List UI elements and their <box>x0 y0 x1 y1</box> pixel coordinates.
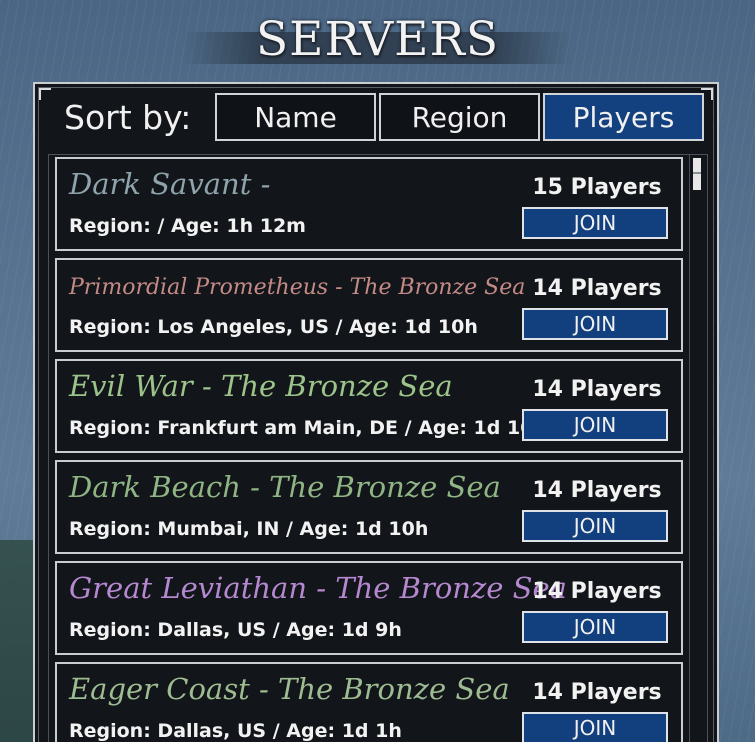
server-name: Eager Coast - The Bronze Sea <box>69 672 510 706</box>
server-card: Evil War - The Bronze Sea Region: Frankf… <box>55 359 683 453</box>
join-button[interactable]: JOIN <box>522 409 668 441</box>
join-button[interactable]: JOIN <box>522 207 668 239</box>
sort-players-button[interactable]: Players <box>543 93 704 141</box>
server-name: Dark Beach - The Bronze Sea <box>69 470 501 504</box>
scrollbar-thumb[interactable] <box>693 158 701 190</box>
join-button[interactable]: JOIN <box>522 712 668 742</box>
server-region-age: Region: Dallas, US / Age: 1d 9h <box>69 619 402 641</box>
server-name: Dark Savant - <box>69 167 271 201</box>
server-card: Dark Beach - The Bronze Sea Region: Mumb… <box>55 460 683 554</box>
join-button[interactable]: JOIN <box>522 510 668 542</box>
join-button[interactable]: JOIN <box>522 611 668 643</box>
server-player-count: 15 Players <box>532 175 662 200</box>
corner-ornament-left <box>39 88 51 100</box>
server-region-age: Region: Los Angeles, US / Age: 1d 10h <box>69 316 478 338</box>
server-card: Primordial Prometheus - The Bronze Sea R… <box>55 258 683 352</box>
server-region-age: Region: / Age: 1h 12m <box>69 215 306 237</box>
server-player-count: 14 Players <box>532 478 662 503</box>
server-card: Great Leviathan - The Bronze Sea Region:… <box>55 561 683 655</box>
server-player-count: 14 Players <box>532 680 662 705</box>
server-card: Eager Coast - The Bronze Sea Region: Dal… <box>55 662 683 742</box>
sort-by-label: Sort by: <box>64 98 192 137</box>
server-card: Dark Savant - Region: / Age: 1h 12m 15 P… <box>55 157 683 251</box>
server-name: Great Leviathan - The Bronze Sea <box>69 571 567 605</box>
server-player-count: 14 Players <box>532 579 662 604</box>
join-button[interactable]: JOIN <box>522 308 668 340</box>
server-region-age: Region: Mumbai, IN / Age: 1d 10h <box>69 518 429 540</box>
page-title: SERVERS <box>255 12 500 67</box>
server-name: Primordial Prometheus - The Bronze Sea <box>69 275 526 300</box>
sort-name-button[interactable]: Name <box>215 93 376 141</box>
server-region-age: Region: Frankfurt am Main, DE / Age: 1d … <box>69 417 547 439</box>
server-region-age: Region: Dallas, US / Age: 1d 1h <box>69 720 402 742</box>
sort-region-button[interactable]: Region <box>379 93 540 141</box>
server-name: Evil War - The Bronze Sea <box>69 369 453 403</box>
server-player-count: 14 Players <box>532 276 662 301</box>
server-player-count: 14 Players <box>532 377 662 402</box>
server-list-scrollbar[interactable] <box>689 155 706 742</box>
